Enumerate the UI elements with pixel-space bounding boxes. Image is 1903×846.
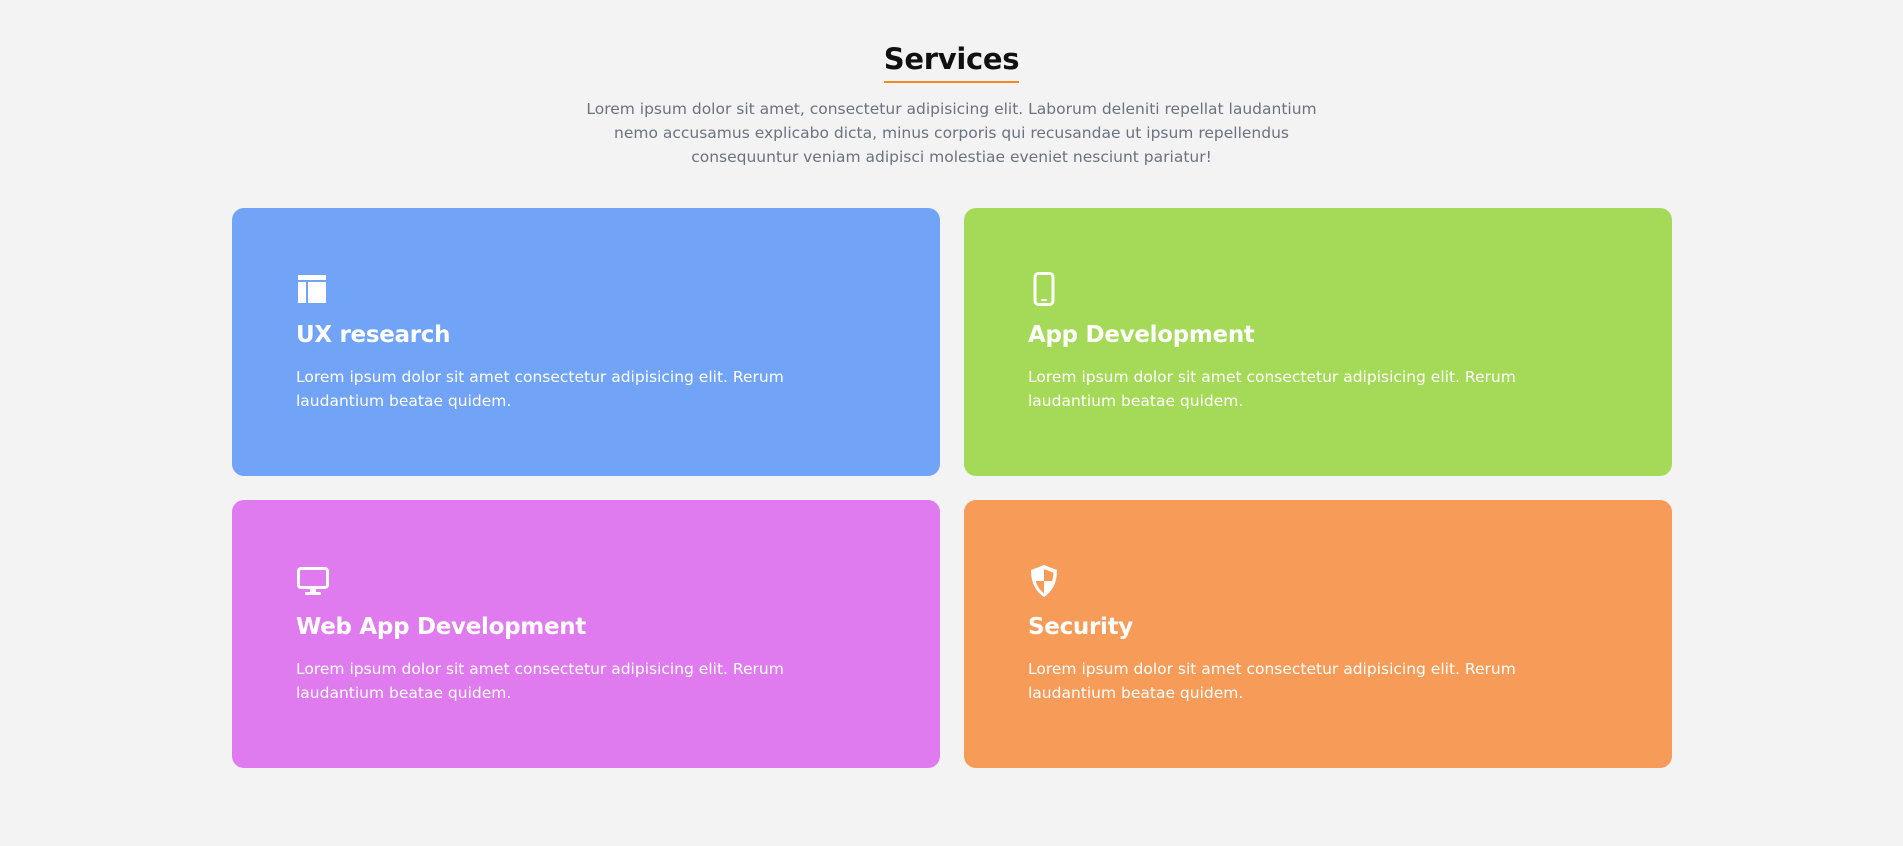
desktop-monitor-icon <box>296 564 330 598</box>
service-card-title: Security <box>1028 614 1133 640</box>
mobile-phone-icon <box>1028 272 1062 306</box>
service-card-text: Lorem ipsum dolor sit amet consectetur a… <box>296 368 784 410</box>
service-card-title: UX research <box>296 322 451 348</box>
service-card-app-development[interactable]: App Development Lorem ipsum dolor sit am… <box>964 208 1672 476</box>
section-header: Services <box>0 42 1903 83</box>
service-card-web-app-development[interactable]: Web App Development Lorem ipsum dolor si… <box>232 500 940 768</box>
section-intro: Lorem ipsum dolor sit amet, consectetur … <box>586 100 1317 166</box>
services-section: Services Lorem ipsum dolor sit amet, con… <box>0 0 1903 846</box>
service-card-ux-research[interactable]: UX research Lorem ipsum dolor sit amet c… <box>232 208 940 476</box>
layout-icon <box>296 272 330 306</box>
service-card-title: Web App Development <box>296 614 587 640</box>
service-card-text: Lorem ipsum dolor sit amet consectetur a… <box>296 660 784 702</box>
service-card-title: App Development <box>1028 322 1255 348</box>
shield-icon <box>1028 564 1062 598</box>
service-card-security[interactable]: Security Lorem ipsum dolor sit amet cons… <box>964 500 1672 768</box>
service-card-text: Lorem ipsum dolor sit amet consectetur a… <box>1028 368 1516 410</box>
section-title: Services <box>883 42 1020 83</box>
service-card-text: Lorem ipsum dolor sit amet consectetur a… <box>1028 660 1516 702</box>
